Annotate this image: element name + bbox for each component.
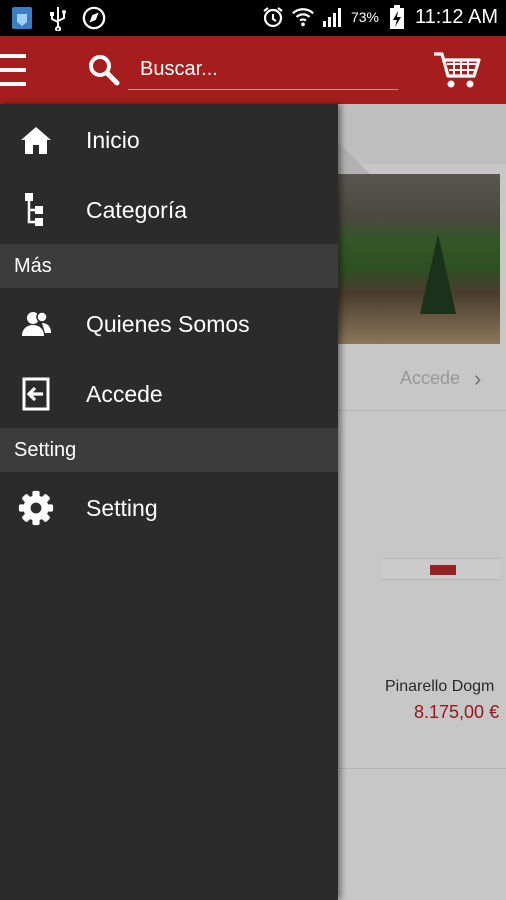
drawer-item-setting[interactable]: Setting [0, 474, 338, 542]
wifi-icon [291, 4, 315, 30]
alarm-icon [261, 4, 285, 30]
category-tree-icon [18, 192, 54, 228]
menu-icon[interactable] [0, 54, 28, 86]
battery-charging-icon [385, 4, 409, 30]
drawer-item-inicio[interactable]: Inicio [0, 106, 338, 174]
gear-icon [18, 490, 54, 526]
drawer-item-quienes-somos[interactable]: Quienes Somos [0, 290, 338, 358]
search-icon[interactable] [86, 52, 122, 88]
home-icon [18, 122, 54, 158]
drawer-item-categoria[interactable]: Categoría [0, 176, 338, 244]
drawer-item-accede[interactable]: Accede [0, 360, 338, 428]
section-header-label: Setting [14, 439, 77, 461]
section-header-mas: Más [0, 244, 338, 288]
battery-percent: 73% [350, 9, 379, 25]
section-header-label: Más [14, 255, 52, 277]
search-input[interactable] [128, 50, 398, 90]
login-icon [18, 376, 54, 412]
section-header-setting: Setting [0, 428, 338, 472]
drawer-item-label: Inicio [86, 126, 140, 153]
status-bar: 73% 11:12 AM [0, 0, 506, 36]
people-icon [18, 306, 54, 342]
usb-icon [46, 5, 70, 31]
drawer-item-label: Setting [86, 494, 158, 521]
navigation-drawer: Inicio Categoría Más Quienes Somos Acced… [0, 104, 338, 900]
signal-icon [321, 4, 345, 30]
clock: 11:12 AM [414, 5, 498, 28]
drawer-item-label: Accede [86, 380, 163, 407]
drawer-item-label: Categoría [86, 196, 188, 223]
cart-icon[interactable] [432, 50, 482, 90]
shield-icon [10, 5, 34, 31]
app-bar [0, 36, 506, 104]
drawer-item-label: Quienes Somos [86, 310, 250, 337]
compass-icon [82, 5, 106, 31]
